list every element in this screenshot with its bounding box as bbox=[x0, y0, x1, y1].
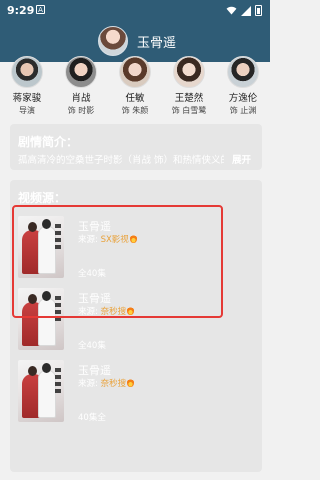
cast-avatar bbox=[11, 56, 43, 88]
wifi-icon bbox=[226, 6, 237, 15]
status-bar: 9:29 A bbox=[0, 0, 270, 22]
source-name: 奈秒搜 bbox=[100, 379, 127, 389]
page-title: 玉骨遥 bbox=[137, 36, 177, 51]
status-time: 9:29 bbox=[7, 4, 35, 17]
synopsis-text: 孤高清冷的空桑世子时影（肖战 饰）和热情侠义的赤族郡主朱颜（任敏 饰），因一花之… bbox=[18, 155, 224, 166]
source-heading: 视频源： bbox=[18, 191, 67, 205]
source-label: 来源: bbox=[78, 379, 98, 389]
cast-role: 饰 时影 bbox=[67, 106, 95, 115]
poster-image bbox=[18, 216, 64, 278]
source-label: 来源: bbox=[78, 235, 98, 245]
source-item[interactable]: 玉骨遥 来源: 奈秒搜 40集全 bbox=[16, 356, 256, 426]
synopsis-heading: 剧情简介： bbox=[18, 135, 79, 149]
cast-role: 饰 朱颜 bbox=[121, 106, 149, 115]
cast-avatar bbox=[65, 56, 97, 88]
cast-role: 饰 止渊 bbox=[229, 106, 257, 115]
source-name: SX影视 bbox=[100, 235, 129, 245]
poster-image bbox=[18, 360, 64, 422]
source-name: 奈秒搜 bbox=[100, 307, 127, 317]
item-source: 来源: 奈秒搜 bbox=[78, 305, 135, 317]
cast-role: 饰 白雪鹭 bbox=[171, 106, 207, 115]
cast-role: 导演 bbox=[19, 106, 35, 115]
cast-name: 王楚然 bbox=[174, 93, 204, 104]
cast-item[interactable]: 蒋家骏 导演 bbox=[3, 56, 51, 116]
item-title: 玉骨遥 bbox=[78, 364, 111, 377]
fire-icon bbox=[129, 234, 137, 243]
fire-icon bbox=[127, 306, 135, 315]
item-episodes: 全40集 bbox=[78, 269, 106, 279]
source-label: 来源: bbox=[78, 307, 98, 317]
source-item[interactable]: 玉骨遥 来源: SX影视 全40集 bbox=[16, 212, 256, 282]
source-item[interactable]: 玉骨遥 来源: 奈秒搜 全40集 bbox=[16, 284, 256, 354]
battery-icon bbox=[255, 5, 262, 16]
fire-icon bbox=[127, 378, 135, 387]
show-avatar bbox=[98, 26, 128, 56]
status-icons bbox=[226, 5, 262, 16]
app-header: 9:29 A 玉骨遥 bbox=[0, 0, 270, 62]
item-source: 来源: SX影视 bbox=[78, 233, 137, 245]
cast-avatar bbox=[227, 56, 259, 88]
cast-name: 方逸伦 bbox=[228, 93, 258, 104]
poster-image bbox=[18, 288, 64, 350]
item-episodes: 全40集 bbox=[78, 341, 106, 351]
notification-icon: A bbox=[36, 5, 45, 14]
cast-name: 蒋家骏 bbox=[12, 93, 42, 104]
signal-icon bbox=[241, 5, 251, 16]
cast-item[interactable]: 任敏 饰 朱颜 bbox=[111, 56, 159, 116]
item-episodes: 40集全 bbox=[78, 413, 106, 423]
cast-list: 蒋家骏 导演 肖战 饰 时影 任敏 饰 朱颜 王楚然 饰 白雪鹭 方逸伦 饰 止… bbox=[0, 56, 270, 116]
item-title: 玉骨遥 bbox=[78, 220, 111, 233]
cast-name: 肖战 bbox=[71, 93, 91, 104]
expand-button[interactable]: 展开 bbox=[232, 152, 251, 166]
cast-item[interactable]: 方逸伦 饰 止渊 bbox=[219, 56, 267, 116]
item-title: 玉骨遥 bbox=[78, 292, 111, 305]
source-list: 视频源： 玉骨遥 来源: SX影视 全40集 玉骨遥 来源: 奈秒搜 全40集 … bbox=[10, 180, 262, 472]
cast-avatar bbox=[119, 56, 151, 88]
cast-item[interactable]: 王楚然 饰 白雪鹭 bbox=[165, 56, 213, 116]
cast-item[interactable]: 肖战 饰 时影 bbox=[57, 56, 105, 116]
cast-avatar bbox=[173, 56, 205, 88]
cast-name: 任敏 bbox=[125, 93, 145, 104]
synopsis-card: 剧情简介： 孤高清冷的空桑世子时影（肖战 饰）和热情侠义的赤族郡主朱颜（任敏 饰… bbox=[10, 124, 262, 170]
item-source: 来源: 奈秒搜 bbox=[78, 377, 135, 389]
